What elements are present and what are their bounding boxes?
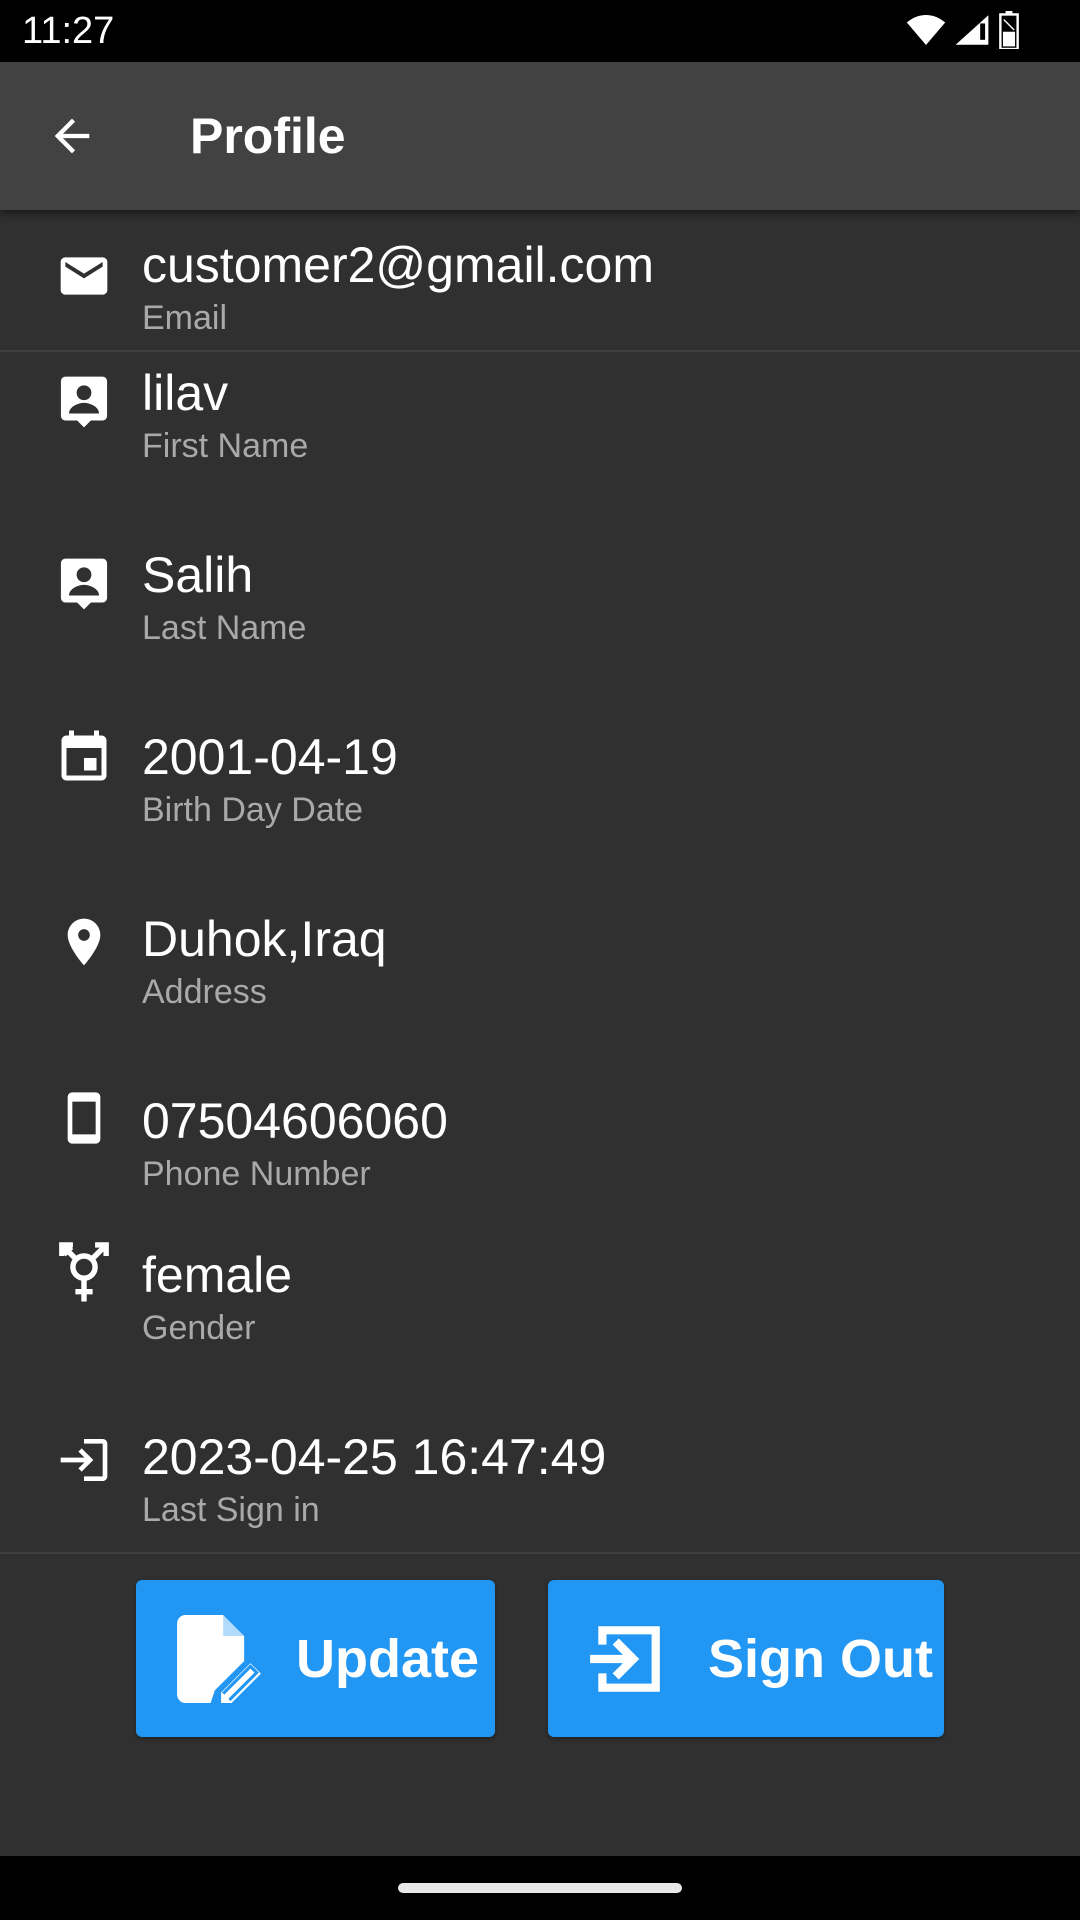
profile-row-last-sign-in: 2023-04-25 16:47:49 Last Sign in — [0, 1416, 1080, 1552]
gender-value: female — [142, 1247, 293, 1303]
first-name-value: lilav — [142, 365, 229, 421]
login-icon — [54, 1430, 114, 1490]
phone-label: Phone Number — [142, 1155, 371, 1193]
signal-icon — [954, 13, 990, 52]
status-icons — [906, 10, 1020, 54]
last-name-label: Last Name — [142, 609, 307, 647]
last-name-value: Salih — [142, 547, 254, 603]
birth-date-value: 2001-04-19 — [142, 729, 398, 785]
birth-date-label: Birth Day Date — [142, 791, 364, 829]
edit-document-icon — [176, 1614, 262, 1703]
email-value: customer2@gmail.com — [142, 237, 655, 293]
calendar-icon — [54, 728, 114, 788]
profile-row-gender: female Gender — [0, 1234, 1080, 1414]
sign-out-button-label: Sign Out — [708, 1628, 933, 1689]
page-title: Profile — [190, 108, 346, 164]
phone-value: 07504606060 — [142, 1093, 448, 1149]
contact-icon — [54, 372, 114, 432]
phone-icon — [54, 1088, 114, 1148]
battery-icon — [998, 10, 1020, 54]
profile-row-last-name: Salih Last Name — [0, 534, 1080, 714]
divider — [0, 1552, 1080, 1554]
app-bar: Profile — [0, 62, 1080, 210]
wifi-icon — [906, 13, 946, 52]
profile-screen: 11:27 Profile customer2@gmail.com Email … — [0, 0, 1080, 1920]
profile-row-phone: 07504606060 Phone Number — [0, 1080, 1080, 1230]
update-button-label: Update — [296, 1628, 480, 1689]
profile-row-birth-date: 2001-04-19 Birth Day Date — [0, 716, 1080, 896]
gender-label: Gender — [142, 1309, 256, 1347]
update-button[interactable]: Update — [136, 1580, 495, 1737]
profile-row-address: Duhok,Iraq Address — [0, 898, 1080, 1078]
navigation-bar — [0, 1856, 1080, 1920]
home-gesture-handle[interactable] — [398, 1883, 682, 1893]
arrow-back-icon — [46, 110, 98, 167]
first-name-label: First Name — [142, 427, 309, 465]
exit-icon — [586, 1618, 668, 1700]
status-time: 11:27 — [22, 10, 115, 52]
back-button[interactable] — [36, 102, 108, 174]
address-value: Duhok,Iraq — [142, 911, 387, 967]
profile-row-email: customer2@gmail.com Email — [0, 210, 1080, 350]
gender-icon — [54, 1242, 114, 1302]
location-pin-icon — [54, 912, 114, 972]
last-sign-in-value: 2023-04-25 16:47:49 — [142, 1429, 607, 1485]
contact-icon — [54, 554, 114, 614]
email-icon — [54, 246, 114, 306]
status-bar: 11:27 — [0, 0, 1080, 62]
last-sign-in-label: Last Sign in — [142, 1491, 320, 1529]
profile-row-first-name: lilav First Name — [0, 352, 1080, 532]
sign-out-button[interactable]: Sign Out — [548, 1580, 944, 1737]
email-label: Email — [142, 299, 228, 337]
address-label: Address — [142, 973, 267, 1011]
